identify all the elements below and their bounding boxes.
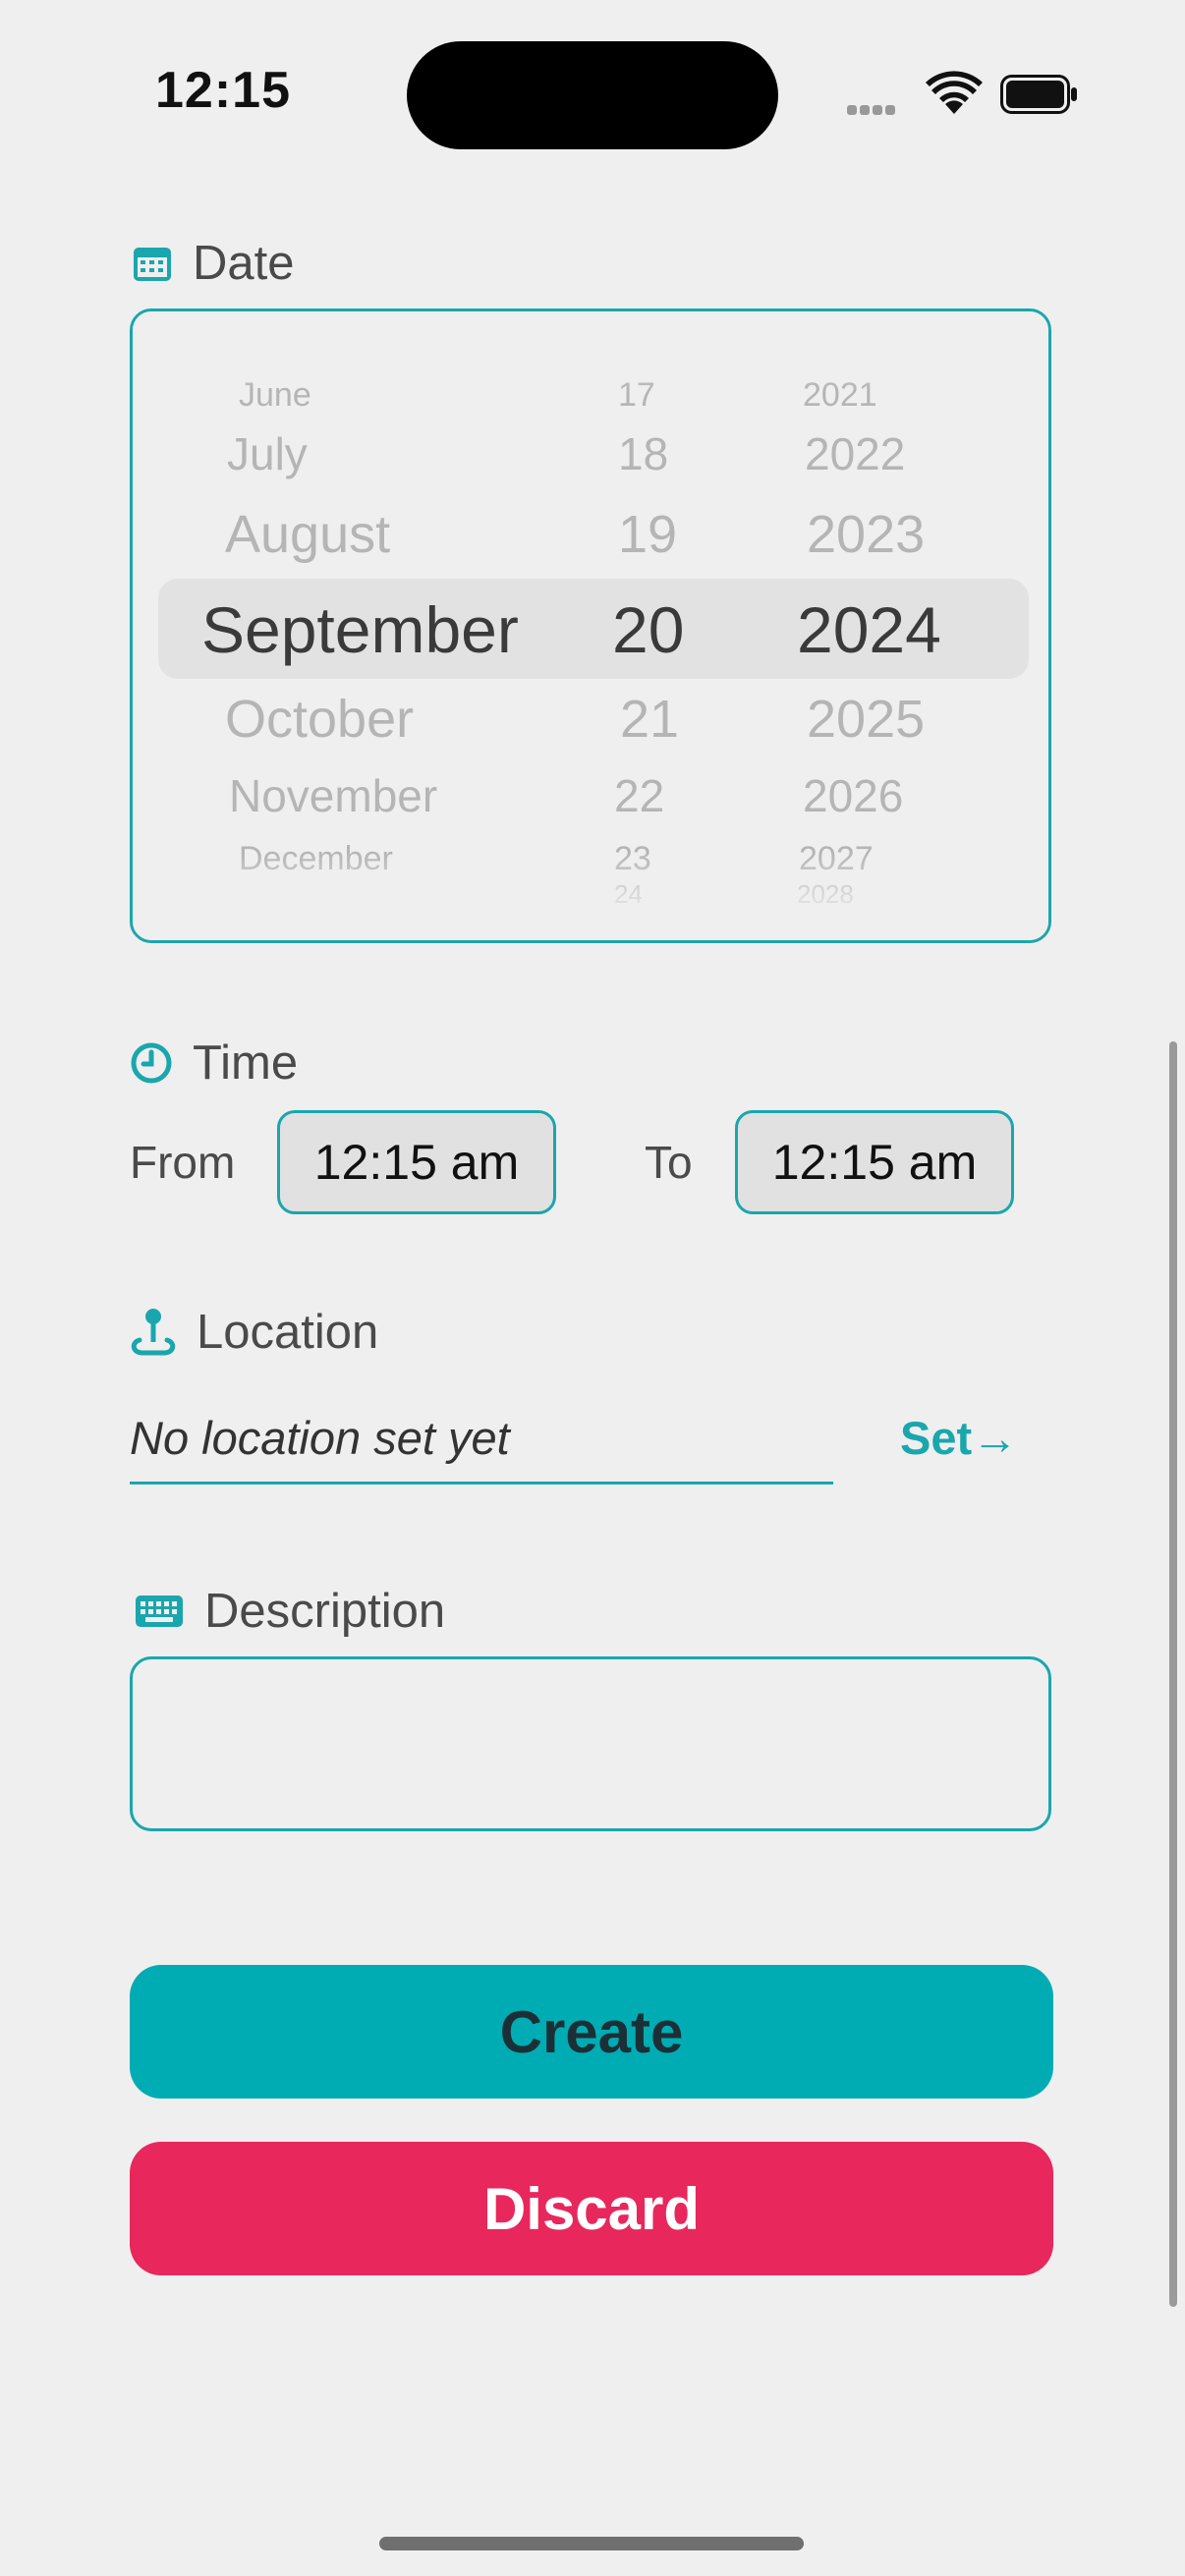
location-underline	[130, 1482, 833, 1484]
wifi-icon	[926, 71, 983, 114]
status-time: 12:15	[155, 62, 291, 119]
description-label: Description	[204, 1585, 446, 1638]
date-label: Date	[193, 237, 295, 290]
dynamic-island	[407, 41, 778, 149]
picker-month-option[interactable]: July	[227, 427, 308, 480]
picker-month-option[interactable]: November	[229, 769, 437, 822]
time-label: Time	[193, 1036, 299, 1090]
description-input[interactable]	[130, 1656, 1051, 1831]
picker-fade-top	[133, 311, 1048, 390]
create-button[interactable]: Create	[130, 1965, 1053, 2099]
picker-year-option[interactable]: 2026	[803, 769, 903, 822]
set-location-button[interactable]: Set→	[900, 1411, 1018, 1465]
description-section-header: Description	[134, 1584, 445, 1639]
clock-icon	[131, 1042, 172, 1084]
cellular-signal-icon	[847, 102, 908, 115]
picker-year-option[interactable]: 2025	[807, 689, 925, 750]
location-label: Location	[197, 1306, 379, 1359]
location-section-header: Location	[130, 1305, 378, 1360]
location-pin-icon	[131, 1309, 176, 1356]
time-from-field[interactable]: 12:15 am	[277, 1110, 556, 1214]
picker-day-option[interactable]: 18	[618, 427, 668, 480]
time-to-label: To	[645, 1137, 693, 1188]
date-section-header: Date	[132, 236, 295, 291]
picker-year-selected[interactable]: 2024	[797, 592, 941, 667]
picker-day-selected[interactable]: 20	[612, 592, 684, 667]
picker-year-option[interactable]: 2023	[807, 504, 925, 565]
picker-day-option[interactable]: 22	[614, 769, 664, 822]
discard-button[interactable]: Discard	[130, 2142, 1053, 2275]
picker-fade-bottom	[133, 852, 1048, 940]
battery-icon	[1000, 75, 1077, 114]
calendar-icon	[134, 248, 171, 281]
picker-month-option[interactable]: October	[225, 689, 414, 750]
time-section-header: Time	[130, 1036, 298, 1091]
time-to-field[interactable]: 12:15 am	[735, 1110, 1014, 1214]
home-indicator[interactable]	[379, 2537, 804, 2550]
time-from-label: From	[130, 1137, 236, 1188]
scrollbar[interactable]	[1169, 1041, 1177, 2307]
date-picker[interactable]: June July August September October Novem…	[130, 308, 1051, 943]
picker-day-option[interactable]: 19	[618, 504, 677, 565]
location-value[interactable]: No location set yet	[130, 1411, 510, 1465]
picker-month-option[interactable]: August	[225, 504, 390, 565]
picker-year-option[interactable]: 2022	[805, 427, 905, 480]
picker-month-selected[interactable]: September	[201, 592, 519, 667]
keyboard-icon	[136, 1596, 183, 1627]
picker-day-option[interactable]: 21	[620, 689, 679, 750]
